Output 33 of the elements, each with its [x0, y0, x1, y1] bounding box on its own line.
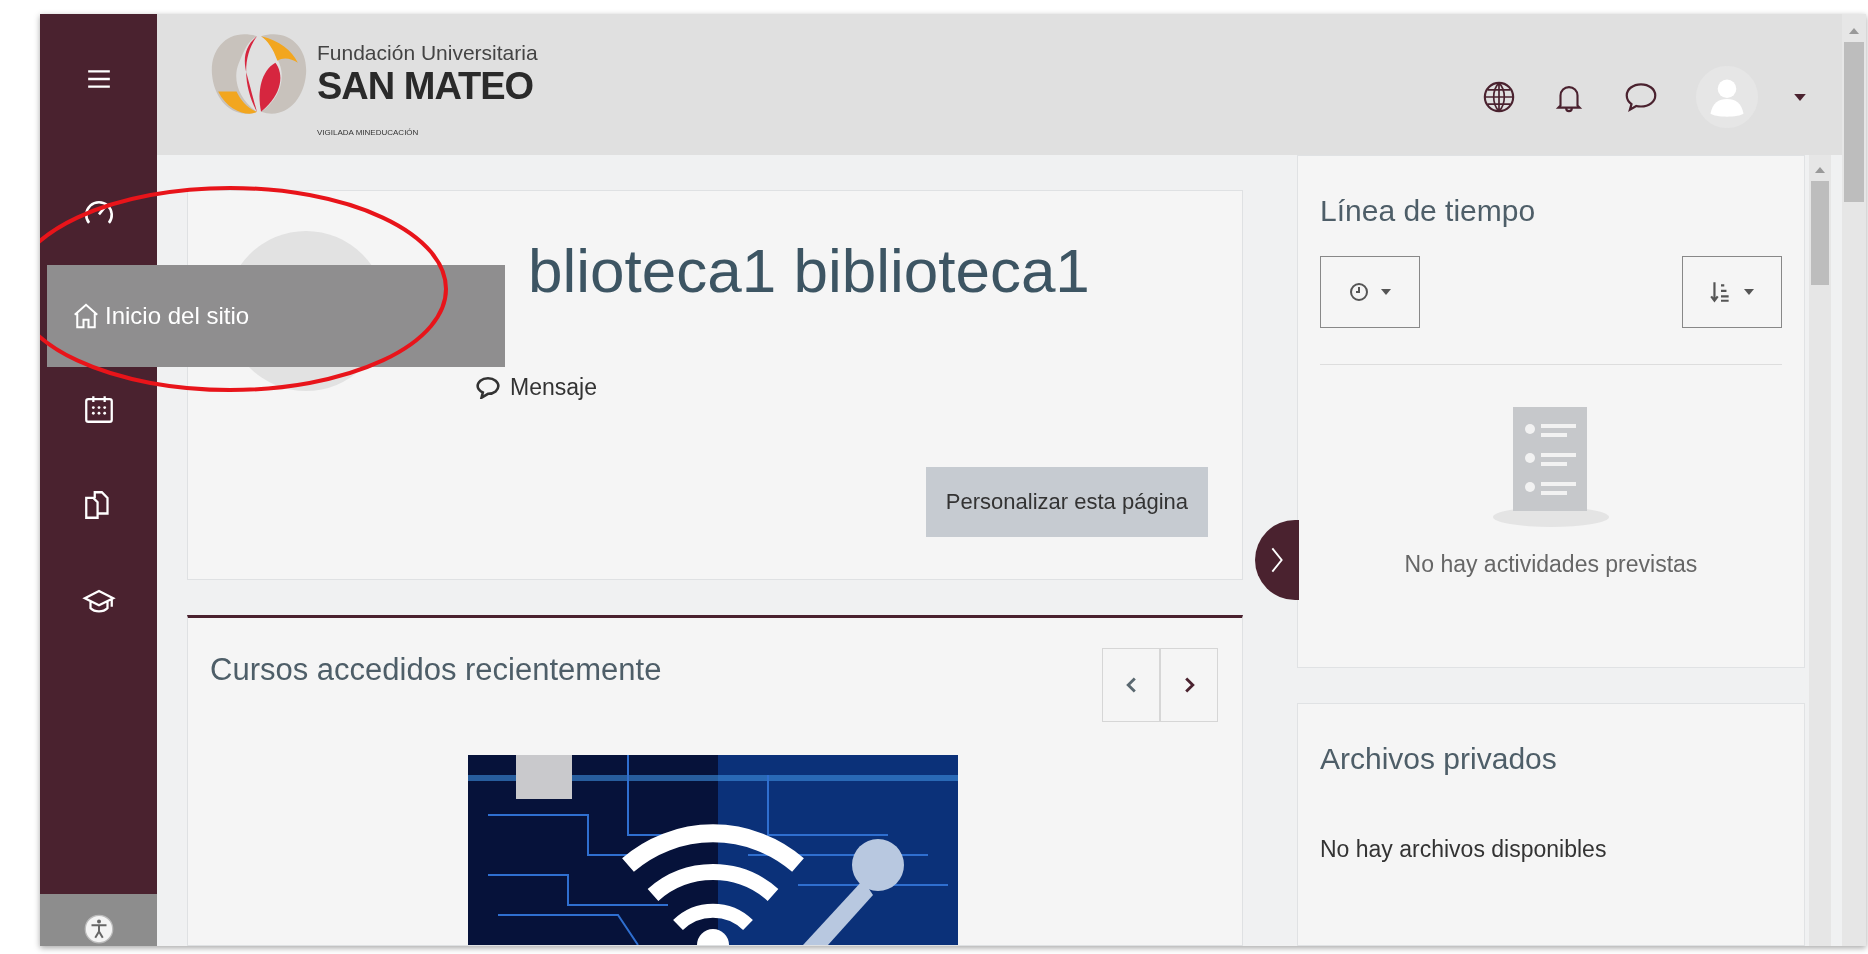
message-link[interactable]: Mensaje	[476, 374, 597, 401]
scrollbar-thumb[interactable]	[1844, 42, 1864, 202]
caret-icon	[1744, 289, 1754, 295]
caret-icon[interactable]	[1794, 93, 1806, 101]
globe-icon[interactable]	[1482, 80, 1516, 114]
scroll-up-icon[interactable]	[1815, 167, 1825, 173]
chevron-left-icon	[1125, 676, 1137, 694]
sort-icon	[1710, 280, 1732, 304]
chevron-right-icon	[1270, 545, 1284, 575]
scrollbar-thumb[interactable]	[1811, 181, 1829, 285]
recent-courses-title: Cursos accedidos recientemente	[210, 652, 662, 688]
caret-icon	[1381, 289, 1391, 295]
chat-icon	[476, 376, 500, 399]
timeline-empty-text: No hay actividades previstas	[1403, 551, 1699, 578]
profile-name: blioteca1 biblioteca1	[528, 235, 1090, 306]
date-filter-dropdown[interactable]	[1320, 256, 1420, 328]
scroll-up-icon[interactable]	[1849, 28, 1859, 34]
logo-title: SAN MATEO	[317, 64, 535, 108]
menu-icon[interactable]	[85, 68, 112, 90]
sort-dropdown[interactable]	[1682, 256, 1782, 328]
page-scrollbar[interactable]	[1842, 14, 1866, 946]
timeline-title: Línea de tiempo	[1320, 193, 1537, 228]
chevron-right-icon	[1183, 676, 1195, 694]
scrollbar[interactable]	[1809, 155, 1831, 946]
accessibility-icon[interactable]	[83, 914, 114, 944]
private-files-empty-text: No hay archivos disponibles	[1320, 836, 1608, 863]
drawer-toggle-button[interactable]	[1255, 520, 1299, 600]
customize-page-button[interactable]: Personalizar esta página	[925, 467, 1208, 537]
clock-icon	[1349, 282, 1369, 302]
logo-tagline: VIGILADA MINEDUCACIÓN	[317, 128, 420, 137]
empty-list-icon	[1491, 407, 1611, 527]
private-files-title: Archivos privados	[1320, 741, 1558, 776]
logo-subtitle: Fundación Universitaria	[317, 40, 538, 65]
